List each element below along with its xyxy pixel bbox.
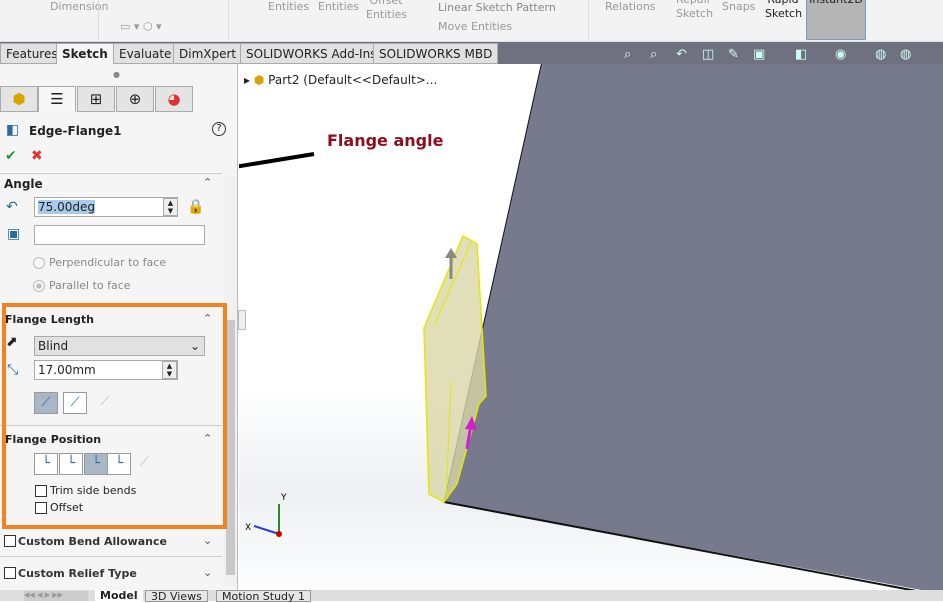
repair-sketch-button[interactable]: Repair Sketch: [676, 0, 713, 21]
tab-model[interactable]: Model: [95, 590, 143, 602]
quick-snaps-button[interactable]: Snaps: [722, 0, 755, 14]
dimxpert-tab-icon[interactable]: ⊕: [116, 86, 154, 112]
tab-motion-study-1[interactable]: Motion Study 1: [216, 590, 312, 603]
tree-root-label: Part2 (Default<<Default>...: [268, 73, 438, 87]
graphics-viewport[interactable]: Y X Flange angle: [239, 64, 943, 601]
triad-x-label: X: [245, 523, 251, 533]
lock-icon[interactable]: 🔒: [187, 199, 204, 215]
edge-flange-icon: ◧: [6, 122, 20, 138]
perpendicular-radio[interactable]: [33, 257, 45, 269]
configurationmanager-tab-icon[interactable]: ⊞: [77, 86, 115, 112]
cancel-x-icon[interactable]: ✖: [31, 148, 43, 164]
expand-bend-allowance-icon[interactable]: ⌄: [203, 534, 212, 547]
panel-title: Edge-Flange1: [29, 124, 122, 138]
featuremanager-tab-icon[interactable]: ⬢: [0, 86, 38, 112]
view-orientation-icon[interactable]: ▣: [753, 47, 769, 63]
perpendicular-label: Perpendicular to face: [49, 256, 167, 269]
offset-entities-button[interactable]: Offset Entities: [366, 0, 407, 22]
panel-grip-icon[interactable]: ●: [113, 70, 120, 79]
displaymanager-tab-icon[interactable]: ◕: [155, 86, 193, 112]
tab-3d-views[interactable]: 3D Views: [145, 590, 208, 603]
triad-y-label: Y: [280, 493, 287, 503]
instant2d-button[interactable]: Instant2D: [806, 0, 866, 40]
section-view-icon[interactable]: ◫: [702, 47, 718, 63]
expand-relief-type-icon[interactable]: ⌄: [203, 566, 212, 579]
face-select-icon: ▣: [7, 226, 21, 242]
tab-features[interactable]: Features: [0, 43, 64, 64]
parallel-radio[interactable]: [33, 280, 45, 292]
zoom-to-area-icon[interactable]: ⌕: [650, 47, 666, 63]
custom-bend-allowance-label[interactable]: Custom Bend Allowance: [18, 535, 167, 548]
smart-dimension-button[interactable]: Dimension: [50, 0, 108, 14]
angle-spinner[interactable]: ▲ ▼: [163, 198, 178, 216]
propertymanager-tab-icon[interactable]: ☰: [38, 86, 76, 112]
parallel-label: Parallel to face: [49, 279, 131, 292]
previous-view-icon[interactable]: ↶: [676, 47, 692, 63]
rapid-sketch-button[interactable]: Rapid Sketch: [765, 0, 802, 21]
custom-relief-type-checkbox[interactable]: [4, 567, 16, 579]
select-face-input[interactable]: [34, 225, 205, 245]
tab-solidworks-add-ins[interactable]: SOLIDWORKS Add-Ins: [240, 43, 383, 64]
tab-scroll-arrows-icon[interactable]: ◀◀ ◀ ▶ ▶▶: [24, 591, 88, 601]
collapse-angle-icon[interactable]: ⌃: [203, 176, 212, 189]
custom-bend-allowance-checkbox[interactable]: [4, 535, 16, 547]
convert-entities-button[interactable]: Entities: [268, 0, 309, 14]
trim-entities-button[interactable]: Entities: [318, 0, 359, 14]
tab-solidworks-mbd[interactable]: SOLIDWORKS MBD: [373, 43, 499, 64]
feature-tree-flyout[interactable]: ▸ ⬢ Part2 (Default<<Default>...: [244, 73, 437, 87]
custom-relief-type-label[interactable]: Custom Relief Type: [18, 567, 137, 580]
display-style-icon[interactable]: ◧: [795, 47, 811, 63]
tab-dimxpert[interactable]: DimXpert: [173, 43, 243, 64]
flange-angle-icon: ↶: [6, 199, 18, 215]
move-entities-button[interactable]: Move Entities: [438, 20, 512, 34]
zoom-to-fit-icon[interactable]: ⌕: [624, 47, 640, 63]
edit-appearance-icon[interactable]: ◍: [875, 47, 891, 63]
angle-section-header[interactable]: Angle: [4, 177, 43, 191]
hide-show-items-icon[interactable]: ◉: [835, 47, 851, 63]
tab-evaluate[interactable]: Evaluate: [113, 43, 178, 64]
panel-collapse-handle[interactable]: [238, 310, 246, 330]
tab-sketch[interactable]: Sketch: [56, 43, 114, 64]
sketch-shapes-icon[interactable]: ▭ ▾ ⬡ ▾: [120, 20, 162, 34]
highlight-box: [2, 303, 227, 529]
dynamic-annotation-icon[interactable]: ✎: [728, 47, 744, 63]
display-relations-button[interactable]: Relations: [605, 0, 656, 14]
ok-check-icon[interactable]: ✔: [5, 148, 17, 164]
command-manager-ribbon: Dimension ▭ ▾ ⬡ ▾ Entities Entities Offs…: [0, 0, 943, 42]
part-icon: ⬢: [253, 73, 265, 87]
help-icon[interactable]: ?: [212, 122, 226, 136]
linear-sketch-pattern-button[interactable]: Linear Sketch Pattern: [438, 1, 556, 15]
expand-icon[interactable]: ▸: [244, 73, 250, 87]
apply-scene-icon[interactable]: ◍: [900, 47, 916, 63]
flange-angle-input[interactable]: 75.00deg: [34, 197, 178, 217]
flange-angle-annotation: Flange angle: [327, 131, 444, 150]
scrollbar-thumb[interactable]: [226, 320, 235, 575]
